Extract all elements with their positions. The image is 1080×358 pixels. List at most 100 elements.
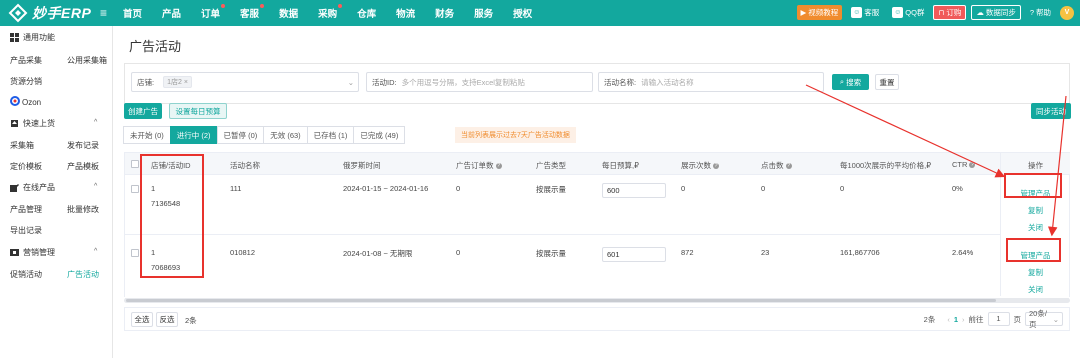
sidebar-section-marketing[interactable]: 营销管理 — [10, 247, 55, 258]
prev-page-icon[interactable]: ‹ — [947, 315, 950, 324]
sidebar-item-collect[interactable]: 产品采集 — [10, 55, 42, 66]
row-checkbox[interactable] — [131, 185, 139, 193]
search-button[interactable]: ⌕ 搜索 — [832, 74, 869, 90]
nav-product[interactable]: 产品 — [162, 6, 181, 20]
edit-icon — [10, 183, 19, 192]
sidebar-item-export-log[interactable]: 导出记录 — [10, 225, 42, 236]
nav-data[interactable]: 数据 — [279, 6, 298, 20]
chevron-down-icon: ⌄ — [347, 77, 354, 87]
video-tutorial-button[interactable]: ▶ 视频教程 — [796, 5, 843, 20]
nav-home[interactable]: 首页 — [123, 6, 142, 20]
row-ctr: 2.64% — [952, 248, 974, 257]
highlight-box-manage-1 — [1004, 173, 1062, 198]
daily-budget-input[interactable]: 600 — [602, 183, 666, 198]
sidebar-section-online-products[interactable]: 在线产品 — [10, 182, 55, 193]
info-icon[interactable]: ? — [713, 163, 719, 170]
info-icon[interactable]: ? — [495, 163, 502, 170]
select-all-button[interactable]: 全选 — [131, 312, 153, 327]
nav-authorize[interactable]: 授权 — [513, 6, 532, 20]
copy-link[interactable]: 复制 — [1001, 267, 1070, 278]
activity-name-field[interactable]: 活动名称: 请输入活动名称 — [598, 72, 824, 92]
sidebar-item-promo[interactable]: 促销活动 — [10, 269, 42, 280]
notification-dot — [221, 4, 226, 8]
nav-warehouse[interactable]: 仓库 — [357, 6, 376, 20]
highlight-box-store-id — [140, 154, 204, 278]
sidebar-item-ozon[interactable]: Ozon — [10, 96, 41, 108]
vip-badge-icon[interactable]: V — [1060, 5, 1074, 20]
col-budget: 每日预算,₽ — [602, 161, 639, 170]
nav-finance[interactable]: 财务 — [435, 6, 454, 20]
sidebar-item-ads[interactable]: 广告活动 — [67, 269, 99, 280]
table-row: 1 7136548 111 2024-01-15 ~ 2024-01-16 0 … — [125, 175, 1069, 235]
store-tag[interactable]: 1店2 × — [163, 76, 192, 88]
nav-services[interactable]: 服务 — [474, 6, 493, 20]
page-number-input[interactable]: 1 — [987, 312, 1010, 326]
chevron-up-icon[interactable]: ^ — [94, 248, 97, 255]
daily-budget-input[interactable]: 601 — [602, 247, 666, 262]
row-impressions: 0 — [681, 184, 686, 193]
nav-purchase[interactable]: 采购 — [318, 4, 343, 20]
customer-service-button[interactable]: ☺ 客服 — [847, 5, 883, 20]
qq-group-button[interactable]: ☺ QQ群 — [888, 5, 928, 20]
row-time: 2024-01-08 ~ 无期限 — [343, 249, 413, 258]
sidebar-item-public-collect[interactable]: 公用采集箱 — [67, 55, 107, 66]
create-ad-button[interactable]: 创建广告 — [124, 103, 162, 119]
selected-count: 2条 — [185, 316, 197, 325]
pagination: 2条 ‹ 1 › 前往 1 页 20条/页 ⌄ — [924, 309, 1063, 329]
copy-link[interactable]: 复制 — [1001, 205, 1070, 216]
app-logo[interactable]: 妙手ERP — [8, 3, 91, 23]
nav-service[interactable]: 客服 — [240, 4, 265, 20]
sidebar-item-collect-box[interactable]: 采集箱 — [10, 140, 34, 151]
tab-in-progress[interactable]: 进行中 (2) — [169, 126, 218, 144]
nav-logistics[interactable]: 物流 — [396, 6, 415, 20]
table-row: 1 7068693 010812 2024-01-08 ~ 无期限 0 按展示量… — [125, 239, 1069, 299]
set-daily-budget-button[interactable]: 设置每日预算 — [169, 103, 227, 119]
sync-activity-button[interactable]: 同步活动 — [1031, 103, 1071, 119]
tab-not-started[interactable]: 未开始 (0) — [123, 126, 171, 144]
data-sync-button[interactable]: ☁ 数据同步 — [971, 5, 1021, 20]
activity-id-field[interactable]: 活动ID: 多个用逗号分隔，支持Excel复制粘贴 — [366, 72, 593, 92]
reset-button[interactable]: 重置 — [875, 74, 899, 90]
current-page[interactable]: 1 — [954, 315, 958, 324]
notification-dot — [338, 4, 343, 8]
horizontal-scrollbar[interactable] — [124, 298, 1070, 303]
sidebar-item-pricing-template[interactable]: 定价模板 — [10, 161, 42, 172]
activity-id-label: 活动ID: — [372, 77, 397, 87]
hamburger-menu-icon[interactable]: ≡ — [100, 6, 107, 20]
activity-name-label: 活动名称: — [604, 77, 637, 87]
grid-icon — [10, 33, 19, 42]
info-icon[interactable]: ? — [785, 163, 792, 170]
tab-archived[interactable]: 已存档 (1) — [306, 126, 355, 144]
close-link[interactable]: 关闭 — [1001, 284, 1070, 295]
chevron-up-icon[interactable]: ^ — [94, 183, 97, 190]
tab-paused[interactable]: 已暂停 (0) — [216, 126, 265, 144]
row-type: 按展示量 — [536, 249, 566, 258]
close-link[interactable]: 关闭 — [1001, 222, 1070, 233]
sidebar-section-quick-upload[interactable]: 快速上货 — [10, 118, 55, 129]
sidebar-item-publish-log[interactable]: 发布记录 — [67, 140, 99, 151]
top-right-actions: ▶ 视频教程 ☺ 客服 ☺ QQ群 ⊓ 订购 ☁ 数据同步 ? 帮助 V — [796, 5, 1074, 20]
sidebar-section-general[interactable]: 通用功能 — [10, 32, 55, 43]
sidebar-item-product-manage[interactable]: 产品管理 — [10, 204, 42, 215]
nav-order[interactable]: 订单 — [201, 4, 226, 20]
main-nav: 首页 产品 订单 客服 数据 采购 仓库 物流 财务 服务 授权 — [123, 0, 552, 26]
sidebar-item-product-template[interactable]: 产品模板 — [67, 161, 99, 172]
tab-completed[interactable]: 已完成 (49) — [353, 126, 406, 144]
info-icon[interactable]: ? — [969, 162, 976, 169]
order-subscribe-button[interactable]: ⊓ 订购 — [933, 5, 967, 20]
tab-invalid[interactable]: 无效 (63) — [263, 126, 308, 144]
invert-selection-button[interactable]: 反选 — [156, 312, 178, 327]
chevron-up-icon[interactable]: ^ — [94, 119, 97, 126]
data-notice: 当前列表展示过去7天广告活动数据 — [455, 127, 576, 143]
help-button[interactable]: ? 帮助 — [1026, 5, 1055, 20]
row-impressions: 872 — [681, 248, 694, 257]
sidebar-item-batch-edit[interactable]: 批量修改 — [67, 204, 99, 215]
select-all-checkbox[interactable] — [131, 160, 139, 168]
page-size-select[interactable]: 20条/页 ⌄ — [1025, 309, 1063, 329]
scrollbar-thumb[interactable] — [126, 299, 996, 302]
row-clicks: 23 — [761, 248, 770, 257]
store-select[interactable]: 店铺: 1店2 × ⌄ — [131, 72, 359, 92]
sidebar-item-distribute[interactable]: 货源分销 — [10, 76, 42, 87]
row-checkbox[interactable] — [131, 249, 139, 257]
next-page-icon[interactable]: › — [962, 315, 965, 324]
